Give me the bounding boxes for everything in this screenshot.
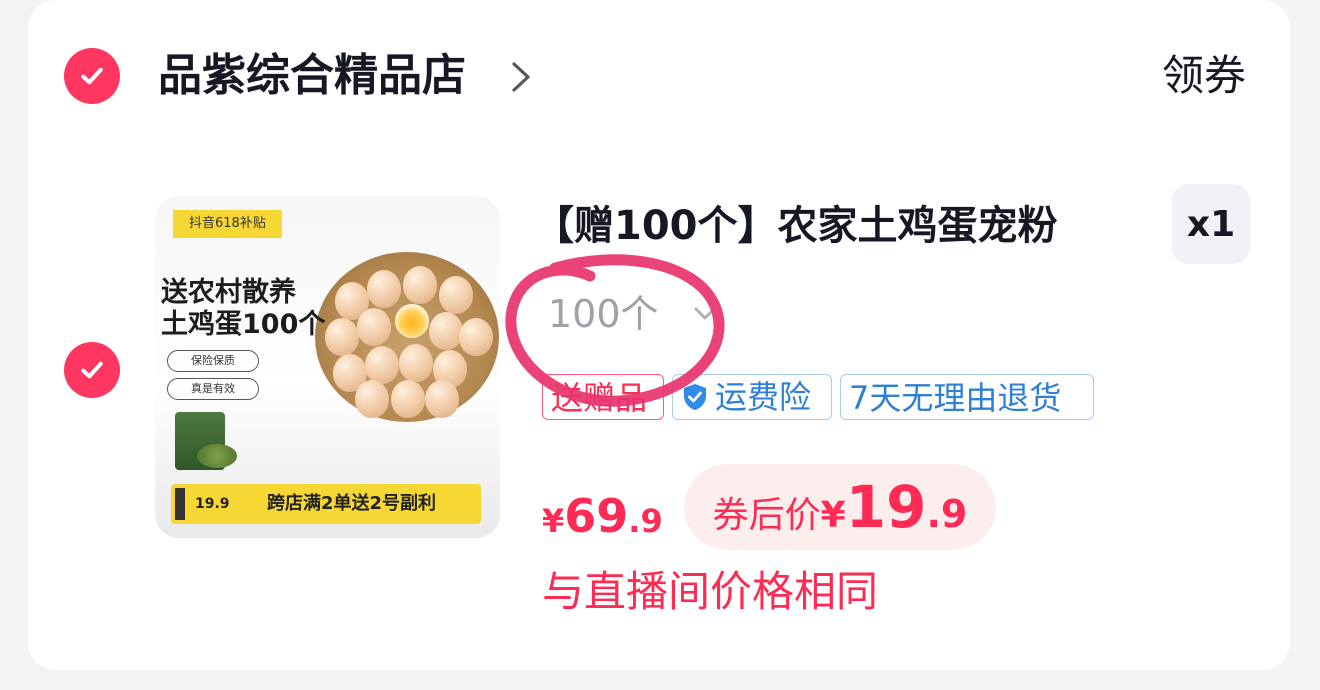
product-title[interactable]: 【赠100个】农家土鸡蛋宠粉: [534, 196, 1154, 256]
original-price-currency: ¥: [542, 502, 565, 540]
shipping-insurance-label: 运费险: [715, 378, 812, 416]
coupon-price-currency: ¥: [820, 495, 846, 536]
image-tag: 抖音618补贴: [173, 210, 282, 238]
image-headline-2: 土鸡蛋100个: [161, 309, 326, 340]
coupon-price-label: 券后价: [712, 495, 821, 536]
coupon-price-pill: 券后价 ¥19.9: [684, 464, 996, 550]
get-coupon-button[interactable]: 领券: [1162, 44, 1246, 108]
shop-name[interactable]: 品紫综合精品店: [158, 44, 466, 108]
image-promo-price: 19.9: [195, 496, 230, 512]
item-select-checkbox[interactable]: [64, 342, 120, 398]
quantity-selector[interactable]: x1: [1172, 184, 1250, 264]
original-price-integer: 69: [564, 489, 629, 543]
shield-check-icon: [684, 384, 706, 410]
product-image[interactable]: 抖音618补贴 送农村散养 土鸡蛋100个 保险保质 真是有效 19.9 跨店满…: [155, 196, 500, 538]
coupon-price-integer: 19: [845, 473, 927, 541]
image-promo-text: 跨店满2单送2号副利: [267, 493, 437, 514]
original-price: ¥69.9: [542, 488, 663, 555]
chevron-right-icon[interactable]: [508, 58, 536, 96]
gift-badge: 送赠品: [542, 374, 664, 420]
coupon-price-decimal: .9: [926, 492, 968, 536]
return-policy-badge: 7天无理由退货: [840, 374, 1094, 420]
promo-bar-accent: [175, 488, 185, 520]
image-pill-1: 保险保质: [167, 350, 259, 372]
check-icon: [81, 361, 103, 379]
shop-select-checkbox[interactable]: [64, 48, 120, 104]
image-pill-2: 真是有效: [167, 378, 259, 400]
check-icon: [81, 67, 103, 85]
chevron-down-icon[interactable]: [690, 302, 720, 326]
image-headline-1: 送农村散养: [161, 277, 296, 308]
original-price-decimal: .9: [628, 502, 663, 540]
powder-graphic: [197, 444, 237, 468]
egg-basket-graphic: [315, 252, 499, 422]
variant-selector[interactable]: 100个: [548, 286, 659, 342]
shipping-insurance-badge: 运费险: [672, 374, 832, 420]
live-price-note: 与直播间价格相同: [542, 567, 879, 616]
